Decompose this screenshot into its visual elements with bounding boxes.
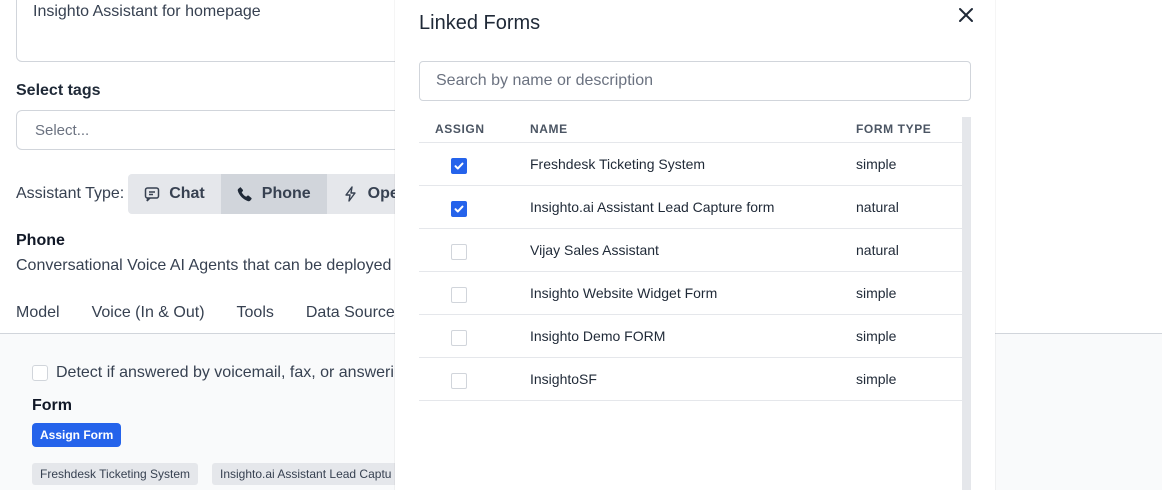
column-header-assign: ASSIGN (419, 117, 530, 143)
search-input[interactable] (419, 61, 971, 101)
table-row: Freshdesk Ticketing System simple (419, 142, 963, 186)
form-type-cell: natural (856, 228, 963, 272)
form-name-cell: Insighto Demo FORM (530, 314, 856, 358)
form-name-cell: Insighto.ai Assistant Lead Capture form (530, 185, 856, 229)
assign-cell (419, 271, 530, 315)
assign-checkbox[interactable] (451, 372, 467, 389)
assign-cell (419, 357, 530, 401)
forms-table: ASSIGN NAME FORM TYPE Freshdesk Ticketin… (419, 117, 963, 401)
table-row: Insighto Demo FORM simple (419, 314, 963, 358)
table-header-row: ASSIGN NAME FORM TYPE (419, 117, 963, 143)
table-row: Vijay Sales Assistant natural (419, 228, 963, 272)
assign-checkbox[interactable] (451, 200, 467, 217)
assign-checkbox[interactable] (451, 329, 467, 346)
assign-checkbox[interactable] (451, 286, 467, 303)
table-row: Insighto.ai Assistant Lead Capture form n… (419, 185, 963, 229)
forms-table-container: ASSIGN NAME FORM TYPE Freshdesk Ticketin… (419, 117, 971, 490)
form-type-cell: simple (856, 142, 963, 186)
form-name-cell: Freshdesk Ticketing System (530, 142, 856, 186)
table-row: Insighto Website Widget Form simple (419, 271, 963, 315)
form-type-cell: simple (856, 357, 963, 401)
assign-cell (419, 142, 530, 186)
table-row: InsightoSF simple (419, 357, 963, 401)
column-header-form-type: FORM TYPE (856, 117, 963, 143)
linked-forms-modal: Linked Forms ASSIGN NAME FORM TYPE Fresh… (395, 0, 995, 490)
close-icon[interactable] (956, 5, 976, 25)
assign-checkbox[interactable] (451, 243, 467, 260)
assign-cell (419, 185, 530, 229)
checkmark-icon (454, 205, 464, 212)
form-name-cell: Vijay Sales Assistant (530, 228, 856, 272)
assign-cell (419, 314, 530, 358)
checkmark-icon (454, 162, 464, 169)
form-type-cell: simple (856, 314, 963, 358)
assign-cell (419, 228, 530, 272)
form-name-cell: Insighto Website Widget Form (530, 271, 856, 315)
assign-checkbox[interactable] (451, 157, 467, 174)
column-header-name: NAME (530, 117, 856, 143)
form-type-cell: simple (856, 271, 963, 315)
form-type-cell: natural (856, 185, 963, 229)
modal-title: Linked Forms (419, 12, 541, 34)
table-scrollbar[interactable] (962, 117, 971, 490)
form-name-cell: InsightoSF (530, 357, 856, 401)
